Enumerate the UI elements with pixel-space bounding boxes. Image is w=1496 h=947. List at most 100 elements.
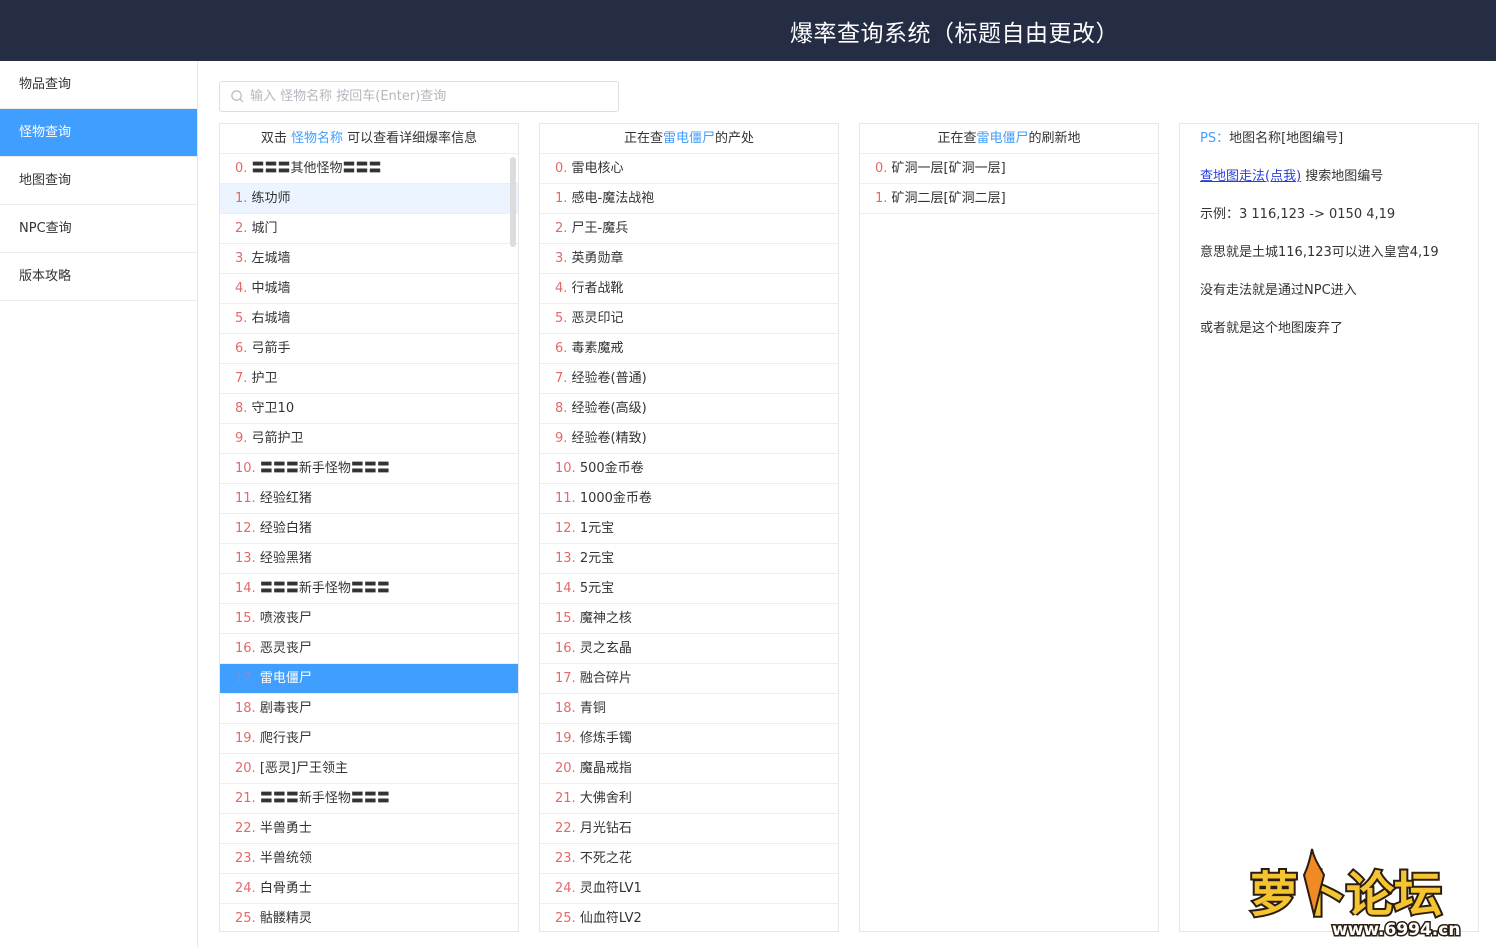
item-label: 雷电核心	[571, 161, 624, 176]
list-item[interactable]: 7. 经验卷(普通)	[540, 364, 838, 394]
item-index: 20.	[235, 761, 260, 776]
item-label: 5元宝	[579, 581, 615, 596]
list-item[interactable]: 24. 白骨勇士	[220, 874, 518, 904]
sidebar-item-map-query[interactable]: 地图查询	[0, 157, 197, 205]
list-item[interactable]: 3. 左城墙	[220, 244, 518, 274]
item-label: 月光钻石	[579, 821, 632, 836]
list-item[interactable]: 18. 剧毒丧尸	[220, 694, 518, 724]
list-item[interactable]: 22. 半兽勇士	[220, 814, 518, 844]
item-label: 守卫10	[251, 401, 295, 416]
list-item[interactable]: 4. 行者战靴	[540, 274, 838, 304]
map-route-link[interactable]: 查地图走法(点我)	[1200, 169, 1301, 184]
list-item[interactable]: 22. 月光钻石	[540, 814, 838, 844]
sidebar-item-item-query[interactable]: 物品查询	[0, 61, 197, 109]
item-label: 弓箭护卫	[251, 431, 304, 446]
item-index: 3.	[235, 251, 252, 266]
list-item[interactable]: 1. 练功师	[220, 184, 518, 214]
page-title: 爆率查询系统（标题自由更改）	[790, 21, 1119, 47]
monster-list: 0. 〓〓〓其他怪物〓〓〓 1. 练功师 2. 城门 3. 左城墙 4. 中城墙 5. 右…	[220, 154, 518, 931]
list-item[interactable]: 23. 半兽统领	[220, 844, 518, 874]
item-label: 英勇勋章	[571, 251, 624, 266]
list-item[interactable]: 1. 矿洞二层[矿洞二层]	[860, 184, 1158, 214]
sidebar-item-npc-query[interactable]: NPC查询	[0, 205, 197, 253]
list-item[interactable]: 0. 雷电核心	[540, 154, 838, 184]
list-item[interactable]: 18. 青铜	[540, 694, 838, 724]
drops-list-panel: 正在查雷电僵尸的产处 0. 雷电核心 1. 感电-魔法战袍 2. 尸王-魔兵 3. 英…	[539, 123, 839, 932]
list-item[interactable]: 16. 灵之玄晶	[540, 634, 838, 664]
item-label: 2元宝	[579, 551, 615, 566]
item-label: 右城墙	[251, 311, 291, 326]
list-item[interactable]: 2. 尸王-魔兵	[540, 214, 838, 244]
list-item[interactable]: 3. 英勇勋章	[540, 244, 838, 274]
list-item[interactable]: 4. 中城墙	[220, 274, 518, 304]
list-item[interactable]: 16. 恶灵丧尸	[220, 634, 518, 664]
item-label: 500金币卷	[579, 461, 644, 476]
list-item[interactable]: 12. 经验白猪	[220, 514, 518, 544]
item-index: 2.	[555, 221, 572, 236]
list-item[interactable]: 6. 毒素魔戒	[540, 334, 838, 364]
list-item[interactable]: 5. 右城墙	[220, 304, 518, 334]
search-icon	[231, 90, 244, 103]
list-item[interactable]: 13. 经验黑猪	[220, 544, 518, 574]
search-box[interactable]	[219, 81, 619, 112]
item-index: 24.	[555, 881, 580, 896]
item-index: 23.	[555, 851, 580, 866]
map-link-line: 查地图走法(点我) 搜索地图编号	[1200, 170, 1458, 208]
list-item[interactable]: 0. 〓〓〓其他怪物〓〓〓	[220, 154, 518, 184]
item-index: 1.	[875, 191, 892, 206]
list-item[interactable]: 11. 经验红猪	[220, 484, 518, 514]
list-item[interactable]: 5. 恶灵印记	[540, 304, 838, 334]
item-index: 6.	[555, 341, 572, 356]
list-item[interactable]: 17. 融合碎片	[540, 664, 838, 694]
list-item[interactable]: 12. 1元宝	[540, 514, 838, 544]
list-item[interactable]: 14. 5元宝	[540, 574, 838, 604]
list-item[interactable]: 19. 修炼手镯	[540, 724, 838, 754]
ps-text: 地图名称[地图编号]	[1229, 131, 1344, 146]
list-item[interactable]: 9. 弓箭护卫	[220, 424, 518, 454]
list-item[interactable]: 10. 〓〓〓新手怪物〓〓〓	[220, 454, 518, 484]
item-index: 24.	[235, 881, 260, 896]
list-item[interactable]: 13. 2元宝	[540, 544, 838, 574]
list-item[interactable]: 17. 雷电僵尸	[220, 664, 518, 694]
item-index: 5.	[235, 311, 252, 326]
scrollbar[interactable]	[510, 157, 516, 247]
list-item[interactable]: 20. 魔晶戒指	[540, 754, 838, 784]
search-input[interactable]	[250, 83, 610, 110]
list-item[interactable]: 11. 1000金币卷	[540, 484, 838, 514]
item-index: 15.	[235, 611, 260, 626]
list-item[interactable]: 9. 经验卷(精致)	[540, 424, 838, 454]
sidebar-item-monster-query[interactable]: 怪物查询	[0, 109, 197, 157]
item-label: 魔神之核	[579, 611, 632, 626]
list-item[interactable]: 19. 爬行丧尸	[220, 724, 518, 754]
list-item[interactable]: 6. 弓箭手	[220, 334, 518, 364]
list-item[interactable]: 2. 城门	[220, 214, 518, 244]
list-item[interactable]: 21. 大佛舍利	[540, 784, 838, 814]
info-line: 意思就是土城116,123可以进入皇宫4,19	[1200, 245, 1439, 260]
list-item[interactable]: 8. 守卫10	[220, 394, 518, 424]
item-index: 10.	[235, 461, 260, 476]
list-item[interactable]: 1. 感电-魔法战袍	[540, 184, 838, 214]
list-item[interactable]: 25. 骷髅精灵	[220, 904, 518, 931]
list-item[interactable]: 7. 护卫	[220, 364, 518, 394]
list-item[interactable]: 25. 仙血符LV2	[540, 904, 838, 931]
list-item[interactable]: 14. 〓〓〓新手怪物〓〓〓	[220, 574, 518, 604]
item-label: 中城墙	[251, 281, 291, 296]
list-item[interactable]: 0. 矿洞一层[矿洞一层]	[860, 154, 1158, 184]
list-item[interactable]: 21. 〓〓〓新手怪物〓〓〓	[220, 784, 518, 814]
item-label: 修炼手镯	[579, 731, 632, 746]
list-item[interactable]: 10. 500金币卷	[540, 454, 838, 484]
ps-label: PS：	[1200, 131, 1230, 146]
list-item[interactable]: 8. 经验卷(高级)	[540, 394, 838, 424]
item-index: 12.	[555, 521, 580, 536]
sidebar-item-guide[interactable]: 版本攻略	[0, 253, 197, 301]
monster-panel-header: 双击 怪物名称 可以查看详细爆率信息	[220, 124, 518, 154]
item-index: 19.	[555, 731, 580, 746]
list-item[interactable]: 24. 灵血符LV1	[540, 874, 838, 904]
info-panel: PS：地图名称[地图编号] 查地图走法(点我) 搜索地图编号 示例：3 116,…	[1179, 123, 1479, 932]
item-index: 1.	[235, 191, 252, 206]
list-item[interactable]: 20. [恶灵]尸王领主	[220, 754, 518, 784]
list-item[interactable]: 15. 魔神之核	[540, 604, 838, 634]
list-item[interactable]: 15. 喷液丧尸	[220, 604, 518, 634]
item-label: 练功师	[251, 191, 291, 206]
list-item[interactable]: 23. 不死之花	[540, 844, 838, 874]
